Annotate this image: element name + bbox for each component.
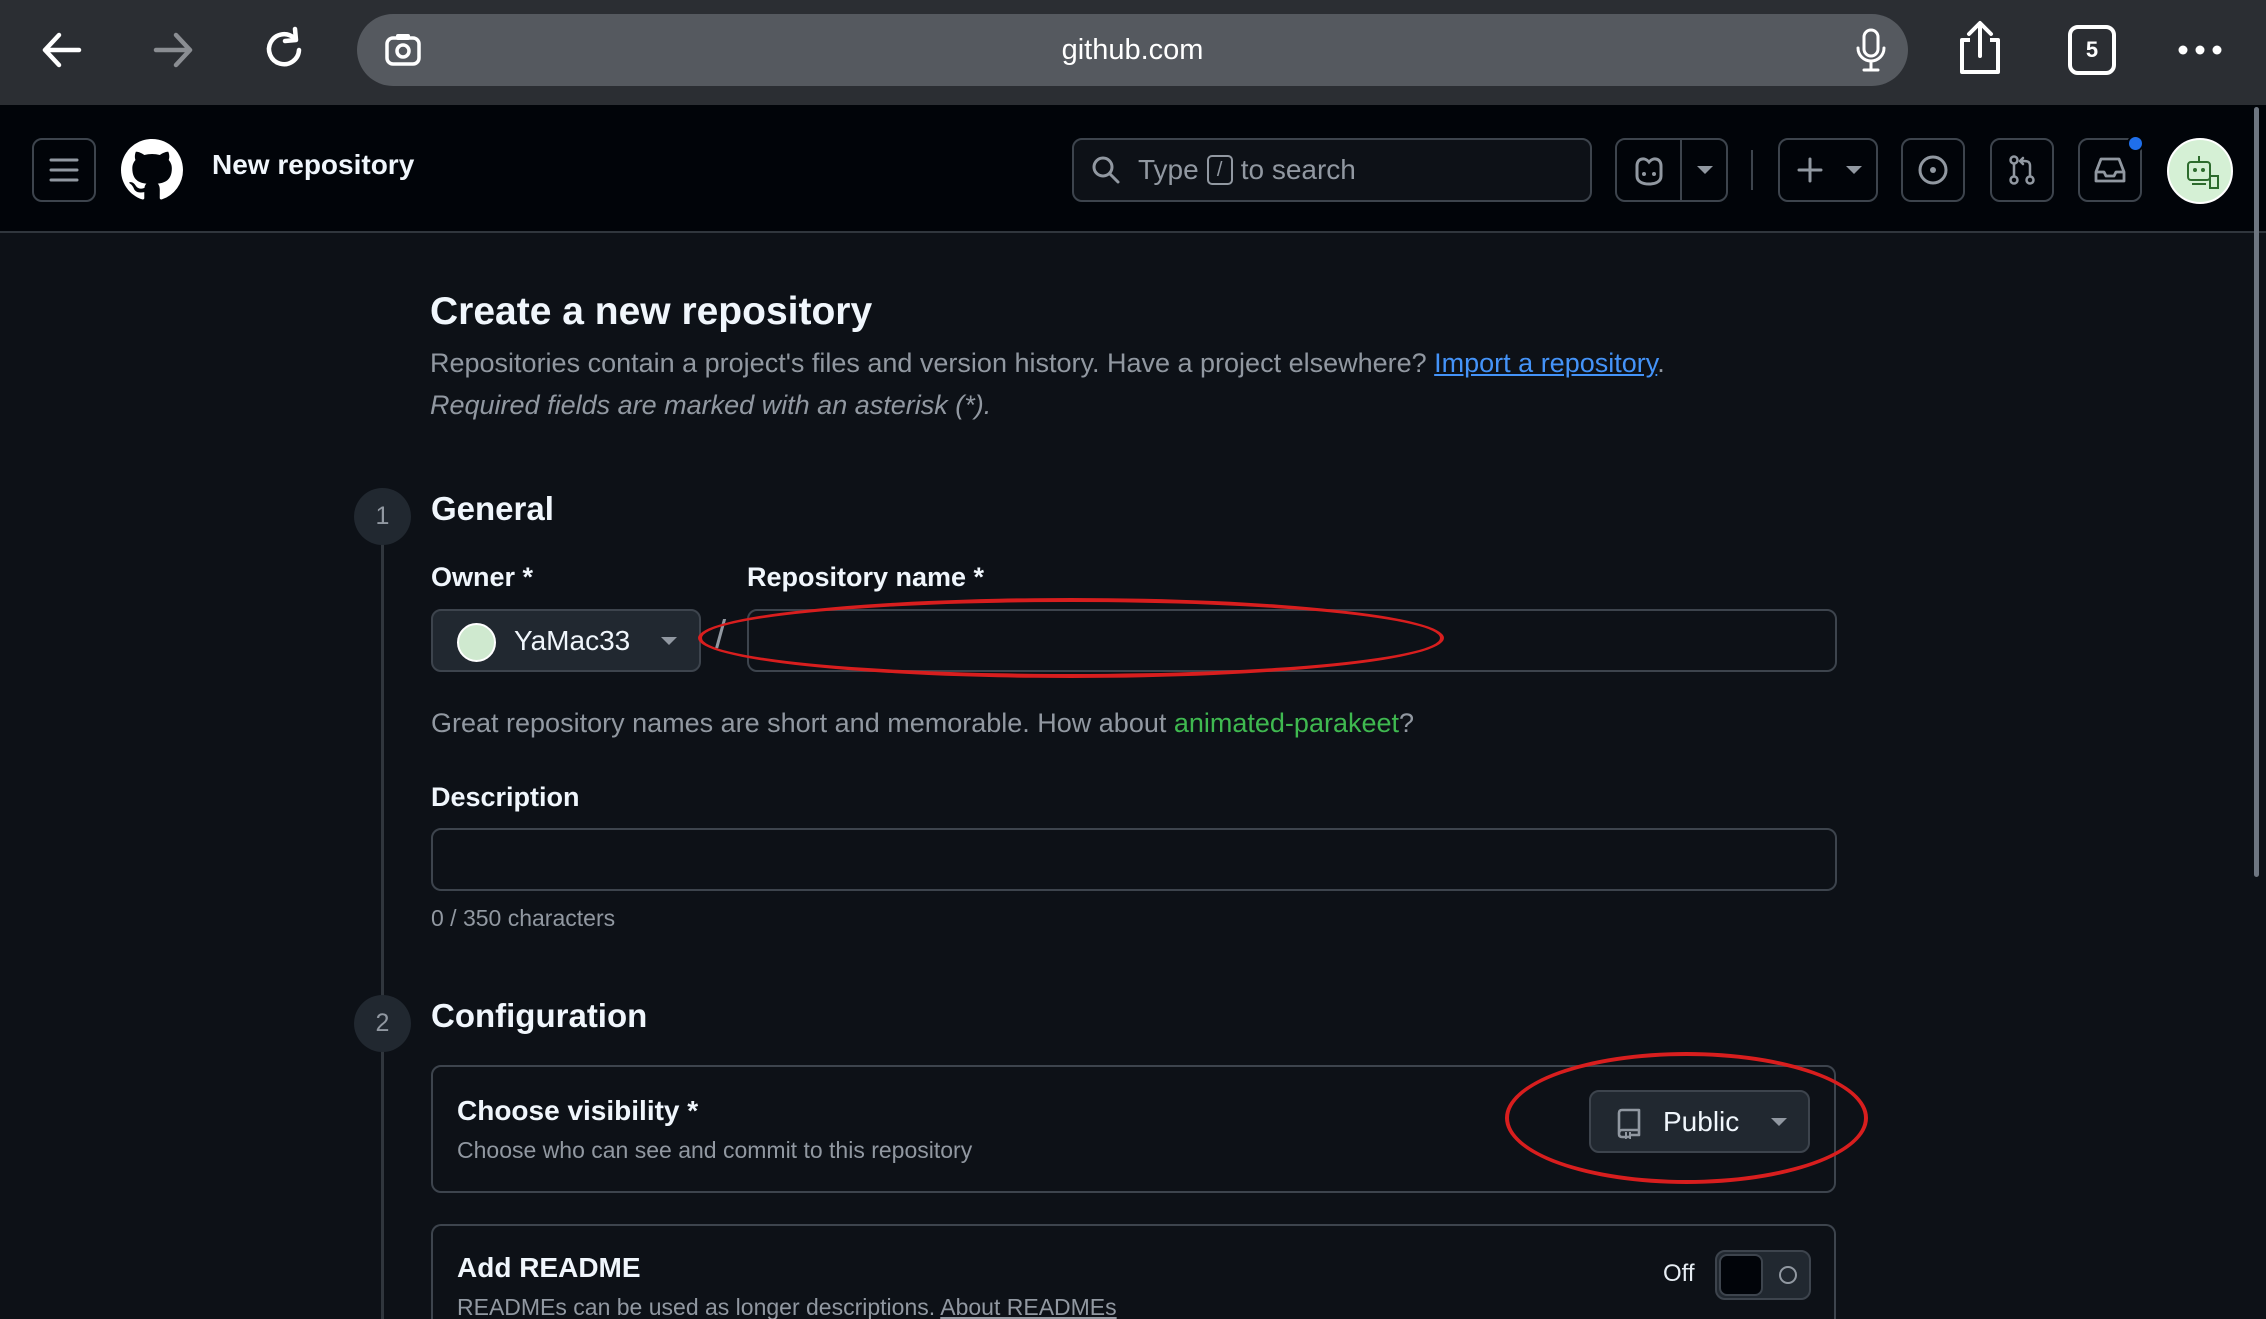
search-suffix: to search: [1240, 154, 1356, 185]
section-title-general: General: [431, 490, 554, 527]
notification-dot: [2127, 135, 2144, 152]
robot-avatar-icon: [2187, 156, 2219, 189]
chevron-down-icon: [1771, 1118, 1787, 1126]
repository-name-input[interactable]: [747, 609, 1837, 672]
owner-name: YaMac33: [514, 625, 631, 656]
header-divider: [1751, 150, 1753, 190]
visibility-select[interactable]: Public: [1589, 1090, 1810, 1153]
url-text: github.com: [1061, 34, 1204, 66]
search-icon: [1092, 156, 1120, 184]
readme-toggle-state: Off: [1663, 1260, 1695, 1287]
chevron-down-icon[interactable]: [1697, 166, 1713, 174]
search-placeholder: Type / to search: [1138, 140, 1356, 200]
copilot-icon: [1635, 157, 1663, 186]
share-icon[interactable]: [1950, 18, 2010, 78]
suggested-name[interactable]: animated-parakeet: [1174, 708, 1399, 738]
issue-icon: [1918, 155, 1948, 185]
new-repository-form: Create a new repository Repositories con…: [0, 235, 2266, 1319]
pull-request-icon: [2009, 155, 2035, 185]
readme-card: Add README READMEs can be used as longer…: [431, 1224, 1836, 1319]
subtitle-text: Repositories contain a project's files a…: [430, 348, 1435, 378]
owner-label: Owner *: [431, 562, 534, 592]
github-logo-icon[interactable]: [121, 139, 183, 206]
reload-icon[interactable]: [254, 20, 314, 80]
repository-name-label: Repository name *: [747, 562, 985, 592]
hint-suffix: ?: [1399, 708, 1415, 738]
readme-description-text: READMEs can be used as longer descriptio…: [457, 1294, 941, 1319]
issues-button[interactable]: [1901, 138, 1965, 202]
github-header: New repository Type / to search: [0, 105, 2266, 233]
more-icon[interactable]: [2170, 20, 2230, 80]
page-name: New repository: [212, 149, 415, 180]
subtitle-end: .: [1657, 348, 1665, 378]
hint-prefix: Great repository names are short and mem…: [431, 708, 1174, 738]
owner-repo-separator: /: [715, 613, 727, 657]
name-suggestion-hint: Great repository names are short and mem…: [431, 708, 1414, 739]
visibility-value: Public: [1663, 1106, 1740, 1137]
copilot-button[interactable]: [1615, 138, 1728, 202]
section-title-configuration: Configuration: [431, 997, 648, 1034]
microphone-icon[interactable]: [1853, 26, 1889, 79]
step-number: 2: [354, 995, 411, 1052]
import-repository-link[interactable]: Import a repository: [1434, 348, 1657, 378]
browser-toolbar: github.com 5: [0, 0, 2266, 105]
owner-select[interactable]: YaMac33: [431, 609, 701, 672]
back-icon[interactable]: [32, 20, 92, 80]
required-note: Required fields are marked with an aster…: [430, 390, 992, 420]
toggle-knob: [1719, 1254, 1763, 1296]
readme-description: READMEs can be used as longer descriptio…: [457, 1294, 1117, 1319]
avatar[interactable]: [2167, 138, 2233, 204]
search-prefix: Type: [1138, 154, 1199, 185]
chevron-down-icon: [1846, 166, 1862, 174]
search-input[interactable]: Type / to search: [1072, 138, 1592, 202]
repo-icon: [1617, 1108, 1641, 1139]
pull-requests-button[interactable]: [1990, 138, 2054, 202]
timeline-line: [381, 518, 384, 1319]
page-subtitle: Repositories contain a project's files a…: [430, 348, 1665, 379]
scrollbar[interactable]: [2254, 107, 2259, 877]
hamburger-icon: [49, 158, 79, 182]
description-input[interactable]: [431, 828, 1837, 891]
plus-icon: [1797, 157, 1823, 183]
description-label: Description: [431, 782, 580, 812]
menu-button[interactable]: [32, 138, 96, 202]
chevron-down-icon: [661, 637, 677, 645]
search-shortcut-key: /: [1206, 155, 1233, 185]
tab-count-button[interactable]: 5: [2068, 25, 2116, 75]
page-title: Create a new repository: [430, 290, 873, 333]
inbox-icon: [2094, 157, 2126, 183]
readme-title: Add README: [457, 1252, 641, 1283]
toggle-off-indicator: [1779, 1266, 1797, 1284]
about-readmes-link[interactable]: About READMEs: [940, 1294, 1116, 1319]
create-new-button[interactable]: [1778, 138, 1878, 202]
readme-toggle[interactable]: [1715, 1250, 1811, 1300]
visibility-description: Choose who can see and commit to this re…: [457, 1137, 973, 1163]
forward-icon[interactable]: [143, 20, 203, 80]
step-number: 1: [354, 488, 411, 545]
visibility-title: Choose visibility *: [457, 1095, 699, 1126]
description-char-count: 0 / 350 characters: [431, 905, 616, 931]
address-bar[interactable]: github.com: [357, 14, 1908, 86]
owner-avatar: [457, 623, 496, 662]
